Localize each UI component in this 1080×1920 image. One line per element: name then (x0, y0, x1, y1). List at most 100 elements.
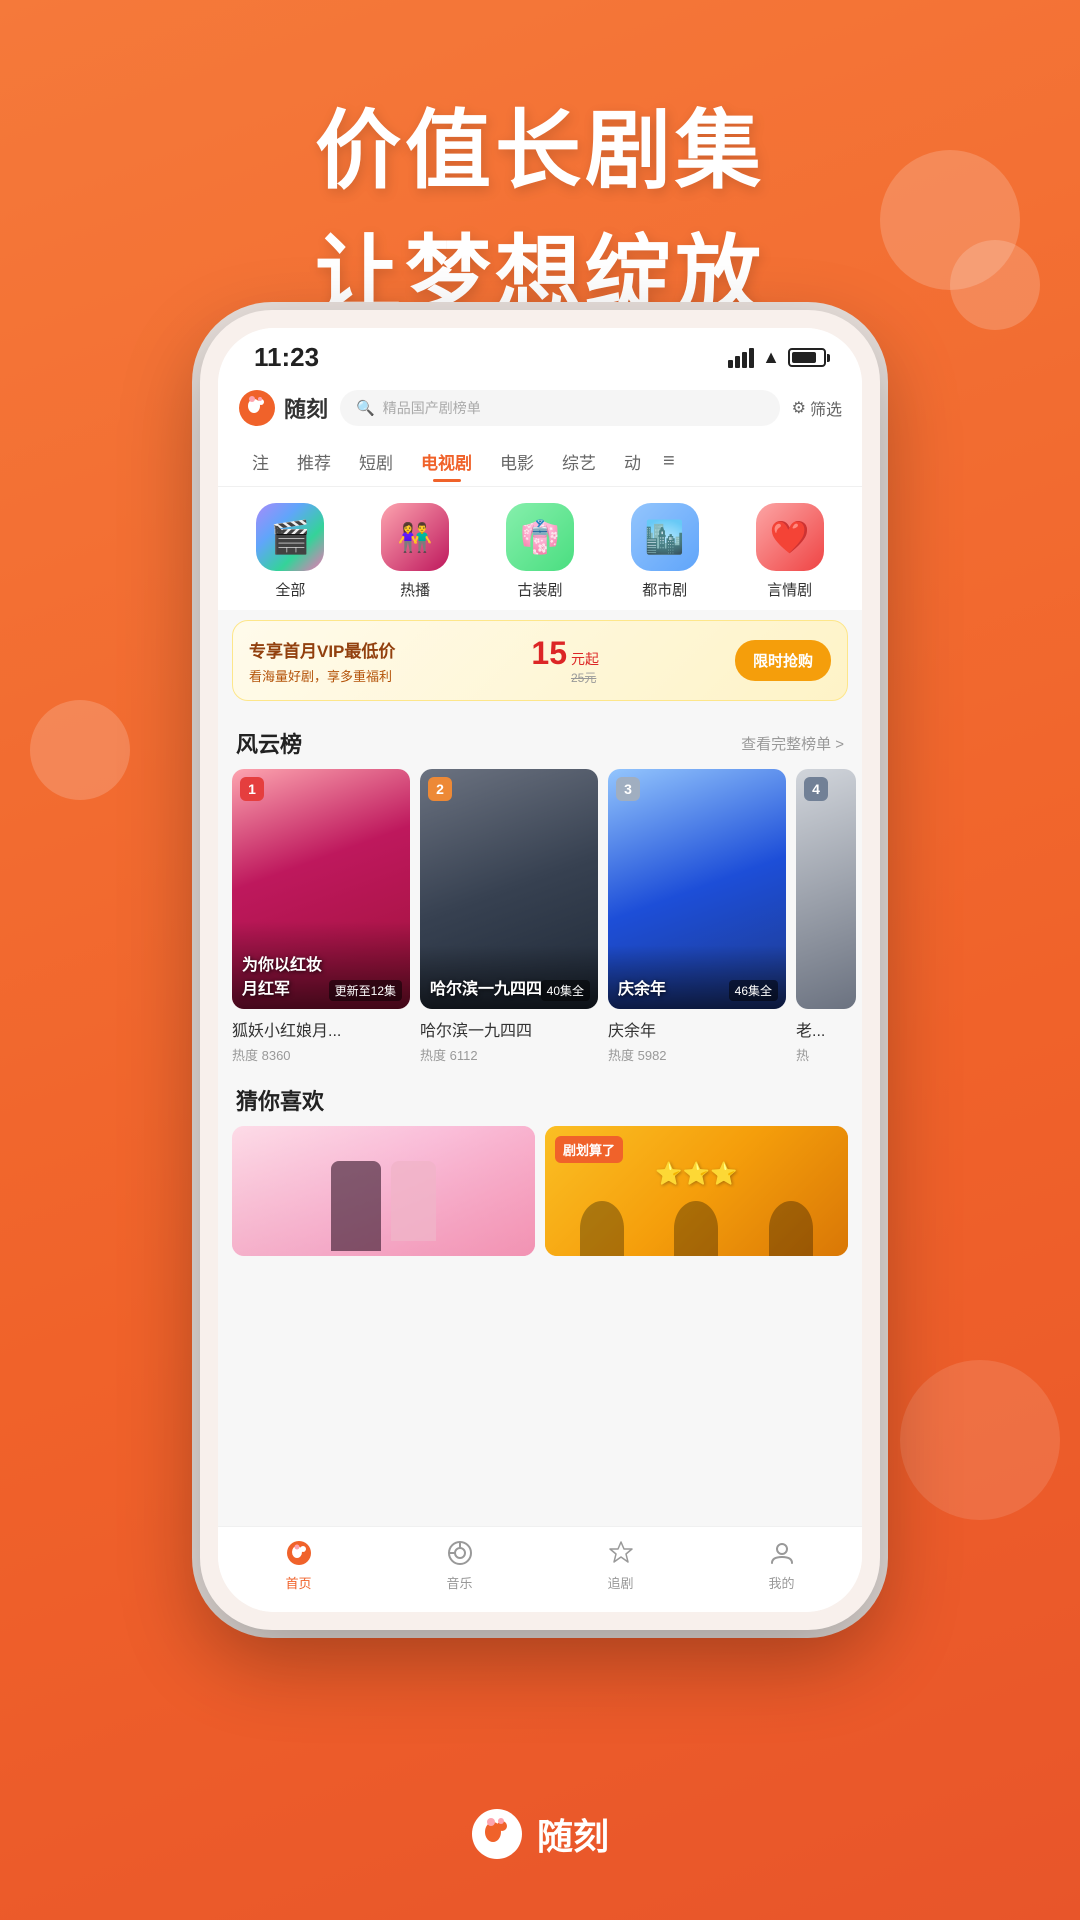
signal-icon (728, 348, 754, 368)
filter-icon: ⚙ (792, 398, 806, 418)
rank-item-2[interactable]: 2 哈尔滨一九四四 40集全 哈尔滨一九四四 热度 6112 (420, 769, 598, 1064)
rankings-title: 风云榜 (236, 727, 302, 759)
app-header: 随刻 🔍 精品国产剧榜单 ⚙ 筛选 (218, 379, 862, 437)
nav-track-label: 追剧 (607, 1573, 633, 1592)
brand-logo-icon (471, 1808, 523, 1860)
person-icon (766, 1537, 798, 1569)
rank-number-3: 3 (616, 777, 640, 801)
guess-row: 剧划算了 ⭐⭐⭐ (232, 1126, 848, 1256)
nav-home-label: 首页 (285, 1573, 311, 1592)
nav-home[interactable]: 首页 (218, 1537, 379, 1592)
wifi-icon: ▲ (762, 347, 780, 368)
rank-number-4: 4 (804, 777, 828, 801)
category-all[interactable]: 🎬 全部 (245, 503, 335, 600)
guess-item-2[interactable]: 剧划算了 ⭐⭐⭐ (545, 1126, 848, 1256)
tab-tv[interactable]: 电视剧 (407, 443, 486, 480)
search-placeholder: 精品国产剧榜单 (383, 398, 481, 418)
tab-movie[interactable]: 电影 (486, 443, 548, 480)
rank-poster-2: 2 哈尔滨一九四四 40集全 (420, 769, 598, 1009)
rank-item-4[interactable]: 4 老... 热 (796, 769, 856, 1064)
vip-title: 专享首月VIP最低价 (249, 637, 395, 662)
guess-title: 猜你喜欢 (236, 1084, 324, 1116)
price-original: 25元 (571, 669, 599, 686)
rankings-link[interactable]: 查看完整榜单 > (741, 733, 844, 754)
guess-tag-2: 剧划算了 (555, 1136, 623, 1163)
deco-circle (900, 1360, 1060, 1520)
guess-header: 猜你喜欢 (218, 1064, 862, 1126)
rank-badge-3: 46集全 (729, 980, 778, 1001)
deco-circle (30, 700, 130, 800)
status-bar: 11:23 ▲ (218, 328, 862, 379)
nav-track[interactable]: 追剧 (540, 1537, 701, 1592)
rank-poster-1: 1 为你以红妆月红军 更新至12集 (232, 769, 410, 1009)
tab-variety[interactable]: 综艺 (548, 443, 610, 480)
hero-line1: 价值长剧集 (0, 80, 1080, 205)
category-city[interactable]: 🏙️ 都市剧 (620, 503, 710, 600)
tab-animation[interactable]: 动 (610, 443, 655, 480)
search-icon: 🔍 (356, 399, 375, 417)
rank-number-2: 2 (428, 777, 452, 801)
rank-heat-1: 热度 8360 (232, 1045, 410, 1064)
bottom-nav: 首页 音乐 追剧 (218, 1526, 862, 1612)
filter-label: 筛选 (810, 396, 842, 420)
rank-title-1: 狐妖小红娘月... (232, 1017, 410, 1041)
tab-short[interactable]: 短剧 (345, 443, 407, 480)
battery-icon (788, 348, 826, 367)
filter-button[interactable]: ⚙ 筛选 (792, 396, 842, 420)
nav-tabs: 注 推荐 短剧 电视剧 电影 综艺 动 ≡ (218, 437, 862, 487)
category-romance[interactable]: ❤️ 言情剧 (745, 503, 835, 600)
music-icon (444, 1537, 476, 1569)
nav-music[interactable]: 音乐 (379, 1537, 540, 1592)
tab-subscribe[interactable]: 注 (238, 443, 283, 480)
hero-section: 价值长剧集 让梦想绽放 (0, 80, 1080, 330)
category-city-label: 都市剧 (642, 579, 687, 600)
star-icon (605, 1537, 637, 1569)
vip-subtitle: 看海量好剧，享多重福利 (249, 666, 395, 685)
status-time: 11:23 (254, 342, 319, 373)
rank-heat-4: 热 (796, 1045, 856, 1064)
app-logo: 随刻 (238, 389, 328, 427)
tab-recommend[interactable]: 推荐 (283, 443, 345, 480)
brand-name: 随刻 (537, 1808, 609, 1860)
home-icon (283, 1537, 315, 1569)
category-row: 🎬 全部 👫 热播 👘 (218, 487, 862, 610)
tab-more[interactable]: ≡ (655, 444, 683, 479)
nav-profile-label: 我的 (768, 1573, 794, 1592)
rank-item-3[interactable]: 3 庆余年 46集全 庆余年 热度 5982 (608, 769, 786, 1064)
phone-mockup: 11:23 ▲ (200, 310, 880, 1630)
rankings-row: 1 为你以红妆月红军 更新至12集 狐妖小红娘月... 热度 8360 2 哈 (218, 769, 862, 1064)
rank-number-1: 1 (240, 777, 264, 801)
rank-heat-2: 热度 6112 (420, 1045, 598, 1064)
rank-heat-3: 热度 5982 (608, 1045, 786, 1064)
category-ancient-label: 古装剧 (517, 579, 562, 600)
nav-music-label: 音乐 (446, 1573, 472, 1592)
rank-item-1[interactable]: 1 为你以红妆月红军 更新至12集 狐妖小红娘月... 热度 8360 (232, 769, 410, 1064)
vip-price: 15 元起 25元 (531, 635, 599, 686)
phone-screen: 11:23 ▲ (218, 328, 862, 1612)
rank-poster-4: 4 (796, 769, 856, 1009)
logo-icon (238, 389, 276, 427)
category-romance-label: 言情剧 (767, 579, 812, 600)
rank-badge-1: 更新至12集 (329, 980, 402, 1001)
price-number: 15 (531, 635, 567, 672)
category-ancient[interactable]: 👘 古装剧 (495, 503, 585, 600)
vip-buy-button[interactable]: 限时抢购 (735, 640, 831, 681)
rank-badge-2: 40集全 (541, 980, 590, 1001)
price-unit: 元起 (571, 649, 599, 669)
category-romance-icon: ❤️ (770, 518, 810, 556)
search-bar[interactable]: 🔍 精品国产剧榜单 (340, 390, 780, 426)
status-icons: ▲ (728, 347, 826, 368)
category-all-icon: 🎬 (270, 518, 310, 556)
category-ancient-icon: 👘 (520, 518, 560, 556)
guess-item-1[interactable] (232, 1126, 535, 1256)
guess-section: 剧划算了 ⭐⭐⭐ (218, 1126, 862, 1256)
category-all-label: 全部 (275, 579, 305, 600)
nav-profile[interactable]: 我的 (701, 1537, 862, 1592)
rankings-header: 风云榜 查看完整榜单 > (218, 711, 862, 769)
scroll-content[interactable]: 🎬 全部 👫 热播 👘 (218, 487, 862, 1526)
category-hot[interactable]: 👫 热播 (370, 503, 460, 600)
category-city-icon: 🏙️ (645, 518, 685, 556)
rank-title-2: 哈尔滨一九四四 (420, 1017, 598, 1041)
rank-title-4: 老... (796, 1017, 856, 1041)
vip-banner[interactable]: 专享首月VIP最低价 看海量好剧，享多重福利 15 元起 25元 限时抢购 (232, 620, 848, 701)
